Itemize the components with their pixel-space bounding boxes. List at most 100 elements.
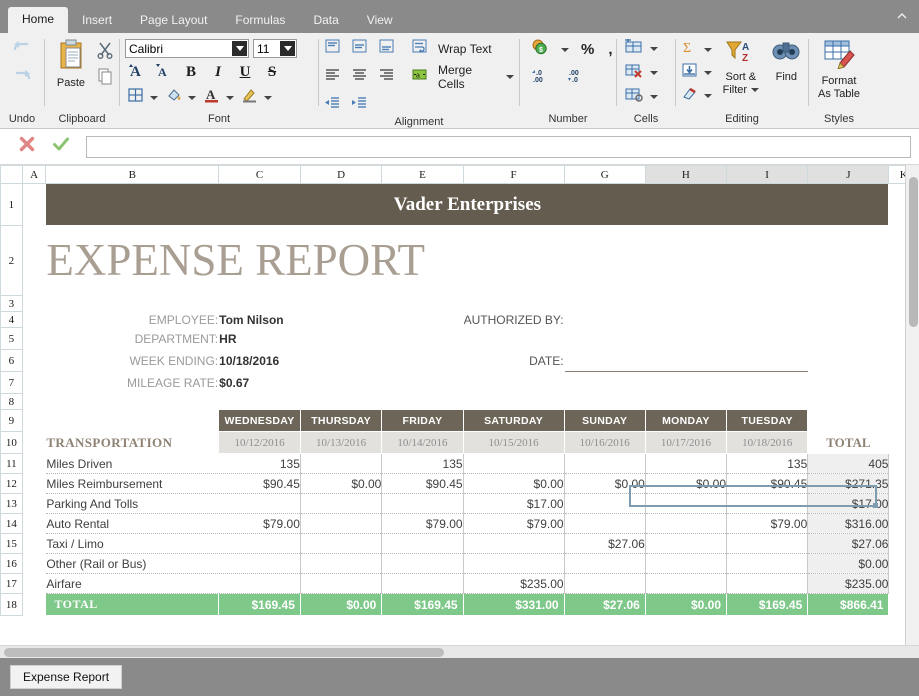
percent-format-button[interactable]: % [581,41,594,58]
ribbon-tab-page-layout[interactable]: Page Layout [126,8,221,33]
authorized-by-value[interactable] [564,311,809,328]
expense-row-total[interactable]: $235.00 [807,573,890,594]
mileage-rate-value[interactable]: $0.67 [218,371,383,394]
row-header-8[interactable]: 8 [0,393,23,410]
expense-value[interactable] [218,533,301,554]
expense-value[interactable] [300,573,383,594]
column-header-h[interactable]: H [644,165,728,184]
cell-b3[interactable] [45,295,919,312]
row-header-17[interactable]: 17 [0,573,23,594]
week-ending-value[interactable]: 10/18/2016 [218,349,383,372]
expense-value[interactable]: $90.45 [381,473,464,494]
insert-cells-icon[interactable] [624,38,644,59]
cell-e6[interactable] [381,349,464,372]
fill-color-icon[interactable] [165,87,183,108]
expense-value[interactable] [218,573,301,594]
align-top-icon[interactable] [324,39,341,59]
expense-value[interactable] [564,553,646,574]
expense-value[interactable] [726,573,809,594]
clear-dropdown-icon[interactable] [704,93,712,98]
expense-value[interactable] [463,553,565,574]
expense-value[interactable] [300,553,383,574]
employee-value[interactable]: Tom Nilson [218,311,383,328]
column-header-a[interactable]: A [21,165,47,184]
expense-value[interactable] [645,493,728,514]
cell-a8[interactable] [22,393,919,410]
cell-a4[interactable] [22,311,47,328]
expense-value[interactable] [381,533,464,554]
cell-a7[interactable] [22,371,47,394]
italic-button[interactable]: I [208,64,228,81]
row-header-16[interactable]: 16 [0,553,23,574]
undo-icon[interactable] [11,39,33,62]
row-header-15[interactable]: 15 [0,533,23,554]
expense-value[interactable] [463,453,565,474]
expense-row-total[interactable]: $271.35 [807,473,890,494]
cell-a5[interactable] [22,327,47,350]
collapse-ribbon-icon[interactable] [895,9,909,23]
cell-e4[interactable] [381,311,464,328]
expense-item-name[interactable]: Miles Reimbursement [45,473,220,494]
merge-cells-dropdown-icon[interactable] [506,75,514,79]
cell-a16[interactable] [22,553,47,574]
expense-item-name[interactable]: Airfare [45,573,220,594]
expense-value[interactable]: $79.00 [463,513,565,534]
expense-item-name[interactable]: Other (Rail or Bus) [45,553,220,574]
redo-icon[interactable] [11,68,33,91]
expense-value[interactable] [726,553,809,574]
expense-item-name[interactable]: Taxi / Limo [45,533,220,554]
cell-a14[interactable] [22,513,47,534]
row-header-3[interactable]: 3 [0,295,23,312]
expense-value[interactable] [381,573,464,594]
expense-value[interactable] [645,553,728,574]
expense-value[interactable]: $90.45 [218,473,301,494]
row-header-11[interactable]: 11 [0,453,23,474]
confirm-icon[interactable] [52,135,70,158]
align-right-icon[interactable] [378,67,395,87]
grand-total-value[interactable]: $27.06 [564,593,646,616]
ribbon-tab-view[interactable]: View [353,8,407,33]
ribbon-tab-insert[interactable]: Insert [68,8,126,33]
column-header-e[interactable]: E [381,165,464,184]
row-header-6[interactable]: 6 [0,349,23,372]
ribbon-tab-formulas[interactable]: Formulas [221,8,299,33]
find-button[interactable]: Find [770,39,803,83]
grand-total-value[interactable]: $0.00 [300,593,383,616]
comma-format-button[interactable]: , [608,41,612,58]
highlight-color-icon[interactable] [241,87,259,108]
cell-k4[interactable] [807,311,890,328]
cell-a9[interactable] [22,409,47,432]
department-value[interactable]: HR [218,327,383,350]
sheet-tab-expense-report[interactable]: Expense Report [10,665,123,689]
delete-cells-icon[interactable] [624,63,644,83]
expense-value[interactable] [381,553,464,574]
expense-value[interactable] [726,533,809,554]
expense-value[interactable] [726,493,809,514]
expense-value[interactable] [300,453,383,474]
align-left-icon[interactable] [324,67,341,87]
expense-value[interactable]: 135 [381,453,464,474]
decrease-indent-icon[interactable] [324,95,341,115]
expense-value[interactable] [300,513,383,534]
expense-value[interactable]: $90.45 [726,473,809,494]
expense-value[interactable] [300,493,383,514]
currency-dropdown-icon[interactable] [561,47,569,52]
expense-item-name[interactable]: Parking And Tolls [45,493,220,514]
strikethrough-button[interactable]: S [262,64,282,81]
row-header-4[interactable]: 4 [0,311,23,328]
expense-value[interactable] [218,493,301,514]
row-header-10[interactable]: 10 [0,431,23,454]
underline-button[interactable]: U [235,64,255,81]
cell-a12[interactable] [22,473,47,494]
increase-font-size-icon[interactable]: A [127,62,147,83]
expense-value[interactable]: $0.00 [300,473,383,494]
ribbon-tab-data[interactable]: Data [299,8,352,33]
font-name-dropdown-icon[interactable] [232,41,247,56]
merge-cells-icon[interactable]: a [411,67,428,87]
row-header-5[interactable]: 5 [0,327,23,350]
column-header-j[interactable]: J [807,165,890,184]
format-cells-icon[interactable] [624,87,644,107]
fill-dropdown-icon[interactable] [704,70,712,75]
vertical-scrollbar[interactable] [905,165,919,645]
expense-item-name[interactable]: Miles Driven [45,453,220,474]
